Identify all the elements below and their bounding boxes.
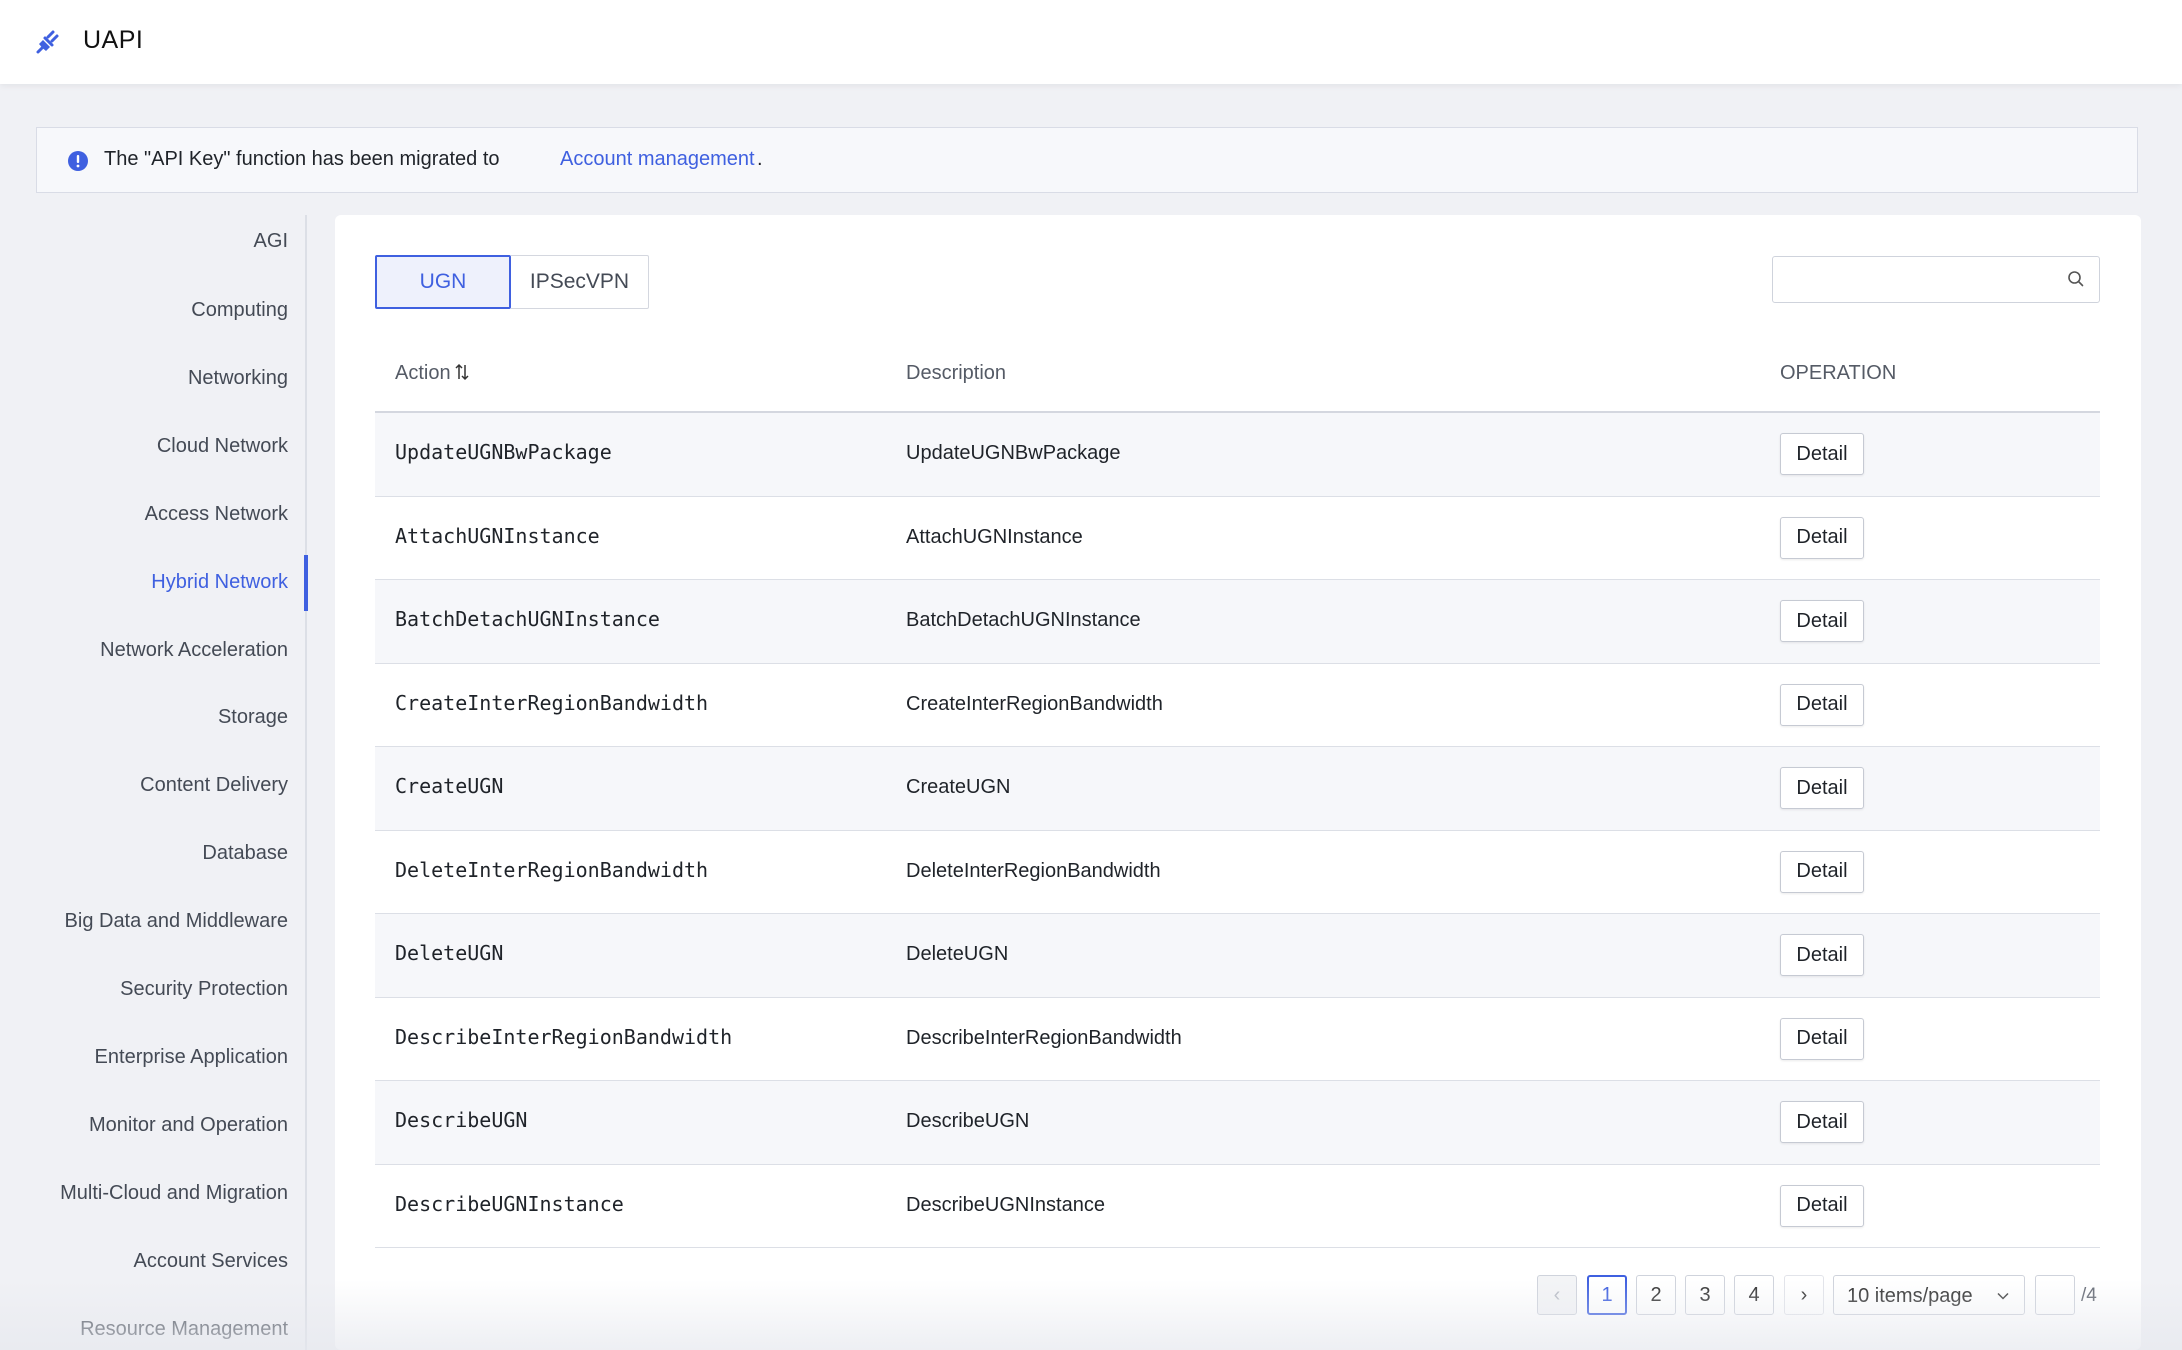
sort-icon[interactable] [454, 362, 470, 382]
column-header-action[interactable]: Action [395, 362, 470, 385]
action-cell: UpdateUGNBwPackage [395, 440, 612, 464]
account-management-link[interactable]: Account management [560, 148, 755, 171]
prev-page-button[interactable]: ‹ [1537, 1275, 1577, 1315]
info-icon [68, 151, 88, 171]
sidebar-item-storage[interactable]: Storage [218, 706, 288, 729]
migration-notice: The "API Key" function has been migrated… [36, 127, 2138, 193]
description-cell: CreateUGN [906, 776, 1011, 798]
table-row: DescribeInterRegionBandwidth DescribeInt… [375, 998, 2100, 1081]
sidebar-item-big-data[interactable]: Big Data and Middleware [65, 910, 288, 933]
sidebar-item-computing[interactable]: Computing [191, 299, 288, 322]
action-cell: CreateUGN [395, 774, 504, 798]
search-input[interactable] [1781, 263, 2055, 297]
next-page-button[interactable]: › [1784, 1275, 1824, 1315]
detail-button[interactable]: Detail [1780, 683, 1864, 726]
sidebar-item-monitor-operation[interactable]: Monitor and Operation [89, 1114, 288, 1137]
action-cell: DeleteInterRegionBandwidth [395, 857, 709, 882]
table-row: DeleteInterRegionBandwidth DeleteInterRe… [375, 831, 2100, 914]
description-cell: DescribeUGNInstance [906, 1193, 1105, 1216]
sidebar-item-access-network[interactable]: Access Network [145, 503, 288, 526]
table-row: CreateInterRegionBandwidth CreateInterRe… [375, 664, 2100, 747]
sidebar-item-multi-cloud[interactable]: Multi-Cloud and Migration [60, 1182, 288, 1205]
sidebar-item-agi[interactable]: AGI [254, 230, 288, 253]
action-cell: DeleteUGN [395, 941, 504, 965]
tab-ugn[interactable]: UGN [375, 255, 511, 309]
search-icon[interactable] [2067, 270, 2085, 288]
description-cell: DescribeUGN [906, 1110, 1030, 1132]
action-cell: BatchDetachUGNInstance [395, 607, 660, 631]
table-header: Action Description OPERATION [375, 335, 2100, 413]
search-box[interactable] [1772, 256, 2100, 303]
sidebar-item-networking[interactable]: Networking [188, 367, 288, 390]
sidebar-item-hybrid-network[interactable]: Hybrid Network [151, 571, 288, 594]
table-row: BatchDetachUGNInstance BatchDetachUGNIns… [375, 580, 2100, 664]
sidebar-item-security-protection[interactable]: Security Protection [120, 978, 288, 1001]
description-cell: CreateInterRegionBandwidth [906, 692, 1163, 715]
detail-button[interactable]: Detail [1780, 600, 1864, 642]
sidebar-divider [305, 215, 307, 1350]
table-row: DescribeUGN DescribeUGN Detail [375, 1081, 2100, 1165]
table-row: DeleteUGN DeleteUGN Detail [375, 914, 2100, 998]
page-1-button[interactable]: 1 [1587, 1275, 1627, 1315]
api-table: Action Description OPERATION UpdateUGNBw… [375, 335, 2100, 1248]
action-cell: CreateInterRegionBandwidth [395, 690, 709, 715]
sidebar-item-cloud-network[interactable]: Cloud Network [157, 435, 288, 458]
description-cell: DeleteUGN [906, 943, 1009, 965]
detail-button[interactable]: Detail [1780, 934, 1864, 976]
column-header-description: Description [906, 362, 1007, 384]
main-panel: UGN IPSecVPN Action Description OPERATIO… [335, 215, 2141, 1350]
detail-button[interactable]: Detail [1780, 433, 1864, 475]
total-pages: /4 [2081, 1285, 2097, 1306]
plug-logo-icon [36, 30, 59, 54]
table-row: UpdateUGNBwPackage UpdateUGNBwPackage De… [375, 413, 2100, 497]
tab-ipsecvpn[interactable]: IPSecVPN [511, 255, 649, 309]
sidebar-item-enterprise-application[interactable]: Enterprise Application [95, 1046, 288, 1069]
page-3-button[interactable]: 3 [1685, 1275, 1725, 1315]
description-cell: BatchDetachUGNInstance [906, 609, 1141, 631]
category-sidebar: AGI Computing Networking Cloud Network A… [0, 215, 308, 1350]
action-cell: AttachUGNInstance [395, 523, 600, 548]
column-header-action-label: Action [395, 362, 451, 384]
page-4-button[interactable]: 4 [1734, 1275, 1774, 1315]
action-cell: DescribeUGNInstance [395, 1191, 624, 1216]
description-cell: DescribeInterRegionBandwidth [906, 1026, 1182, 1049]
top-header: UAPI [0, 0, 2182, 84]
detail-button[interactable]: Detail [1780, 850, 1864, 893]
notice-suffix: . [757, 148, 763, 170]
notice-text: The "API Key" function has been migrated… [104, 148, 500, 170]
sidebar-item-network-acceleration[interactable]: Network Acceleration [100, 639, 288, 662]
detail-button[interactable]: Detail [1780, 1017, 1864, 1060]
page-jump-input[interactable] [2035, 1275, 2075, 1315]
page-size-select[interactable]: 10 items/page [1833, 1275, 2025, 1315]
column-header-operation: OPERATION [1780, 362, 1897, 384]
active-indicator [304, 555, 308, 611]
description-cell: AttachUGNInstance [906, 525, 1083, 548]
table-row: AttachUGNInstance AttachUGNInstance Deta… [375, 497, 2100, 580]
pagination: ‹ 1 2 3 4 › 10 items/page /4 [335, 1275, 2141, 1325]
sidebar-item-resource-management[interactable]: Resource Management [80, 1318, 288, 1341]
detail-button[interactable]: Detail [1780, 1184, 1864, 1227]
description-cell: UpdateUGNBwPackage [906, 442, 1121, 464]
description-cell: DeleteInterRegionBandwidth [906, 859, 1161, 882]
action-cell: DescribeInterRegionBandwidth [395, 1024, 733, 1049]
page-size-label: 10 items/page [1847, 1285, 1973, 1307]
page-2-button[interactable]: 2 [1636, 1275, 1676, 1315]
app-title: UAPI [83, 26, 144, 54]
sidebar-item-account-services[interactable]: Account Services [133, 1250, 288, 1273]
detail-button[interactable]: Detail [1780, 1101, 1864, 1143]
table-row: CreateUGN CreateUGN Detail [375, 747, 2100, 831]
sidebar-item-content-delivery[interactable]: Content Delivery [140, 774, 288, 797]
table-row: DescribeUGNInstance DescribeUGNInstance … [375, 1165, 2100, 1248]
chevron-down-icon [1997, 1292, 2009, 1300]
detail-button[interactable]: Detail [1780, 516, 1864, 559]
sidebar-item-database[interactable]: Database [202, 842, 288, 865]
detail-button[interactable]: Detail [1780, 767, 1864, 809]
action-cell: DescribeUGN [395, 1108, 528, 1132]
